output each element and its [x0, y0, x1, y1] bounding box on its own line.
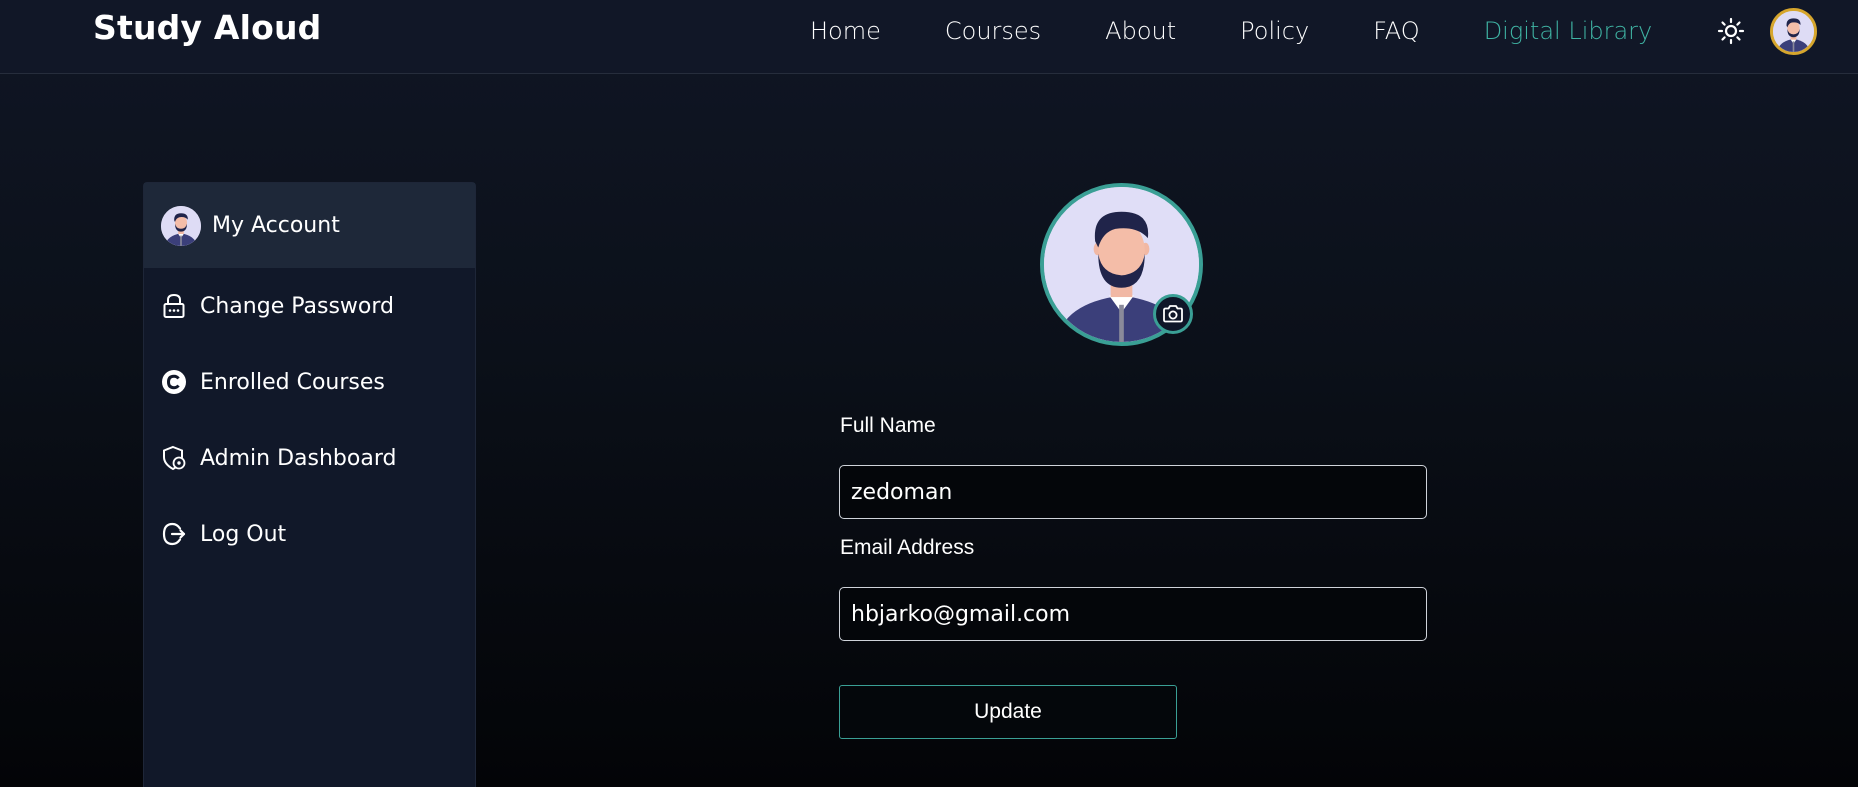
nav-link-about[interactable]: About — [1105, 17, 1176, 45]
logout-icon — [161, 521, 187, 547]
full-name-label: Full Name — [840, 414, 936, 437]
main-nav: Home Courses About Policy FAQ Digital Li… — [810, 14, 1652, 48]
nav-link-courses[interactable]: Courses — [945, 17, 1041, 45]
sidebar-item-label: Log Out — [200, 521, 287, 547]
full-name-input[interactable] — [839, 465, 1427, 519]
copyright-icon — [161, 369, 187, 395]
user-avatar-icon — [1773, 11, 1814, 52]
nav-link-faq[interactable]: FAQ — [1373, 17, 1420, 45]
email-label: Email Address — [840, 536, 975, 559]
sidebar-item-label: Enrolled Courses — [200, 369, 385, 395]
account-avatar-icon — [161, 205, 201, 246]
nav-link-policy[interactable]: Policy — [1240, 17, 1309, 45]
top-navbar: Study Aloud Home Courses About Policy FA… — [0, 0, 1858, 74]
camera-icon — [1163, 305, 1183, 323]
avatar — [161, 205, 201, 246]
sidebar-item-log-out[interactable]: Log Out — [144, 496, 475, 572]
shield-settings-icon — [161, 445, 187, 471]
sidebar-item-my-account[interactable]: My Account — [144, 183, 475, 268]
update-button[interactable]: Update — [839, 685, 1177, 739]
lock-icon — [161, 293, 187, 319]
email-input[interactable] — [839, 587, 1427, 641]
sidebar-item-label: Change Password — [200, 293, 394, 319]
sidebar-item-change-password[interactable]: Change Password — [144, 268, 475, 344]
nav-link-home[interactable]: Home — [810, 17, 881, 45]
sidebar-item-enrolled-courses[interactable]: Enrolled Courses — [144, 344, 475, 420]
user-avatar[interactable] — [1770, 8, 1817, 55]
account-sidebar: My Account Change Password Enrolled Cour… — [143, 182, 476, 787]
brand-logo[interactable]: Study Aloud — [93, 8, 322, 47]
sidebar-item-label: Admin Dashboard — [200, 445, 397, 471]
sun-icon — [1717, 17, 1745, 45]
change-photo-button[interactable] — [1153, 294, 1193, 334]
sidebar-item-label: My Account — [212, 213, 340, 238]
theme-toggle-button[interactable] — [1715, 15, 1747, 47]
sidebar-item-admin-dashboard[interactable]: Admin Dashboard — [144, 420, 475, 496]
nav-link-digital-library[interactable]: Digital Library — [1484, 17, 1653, 45]
